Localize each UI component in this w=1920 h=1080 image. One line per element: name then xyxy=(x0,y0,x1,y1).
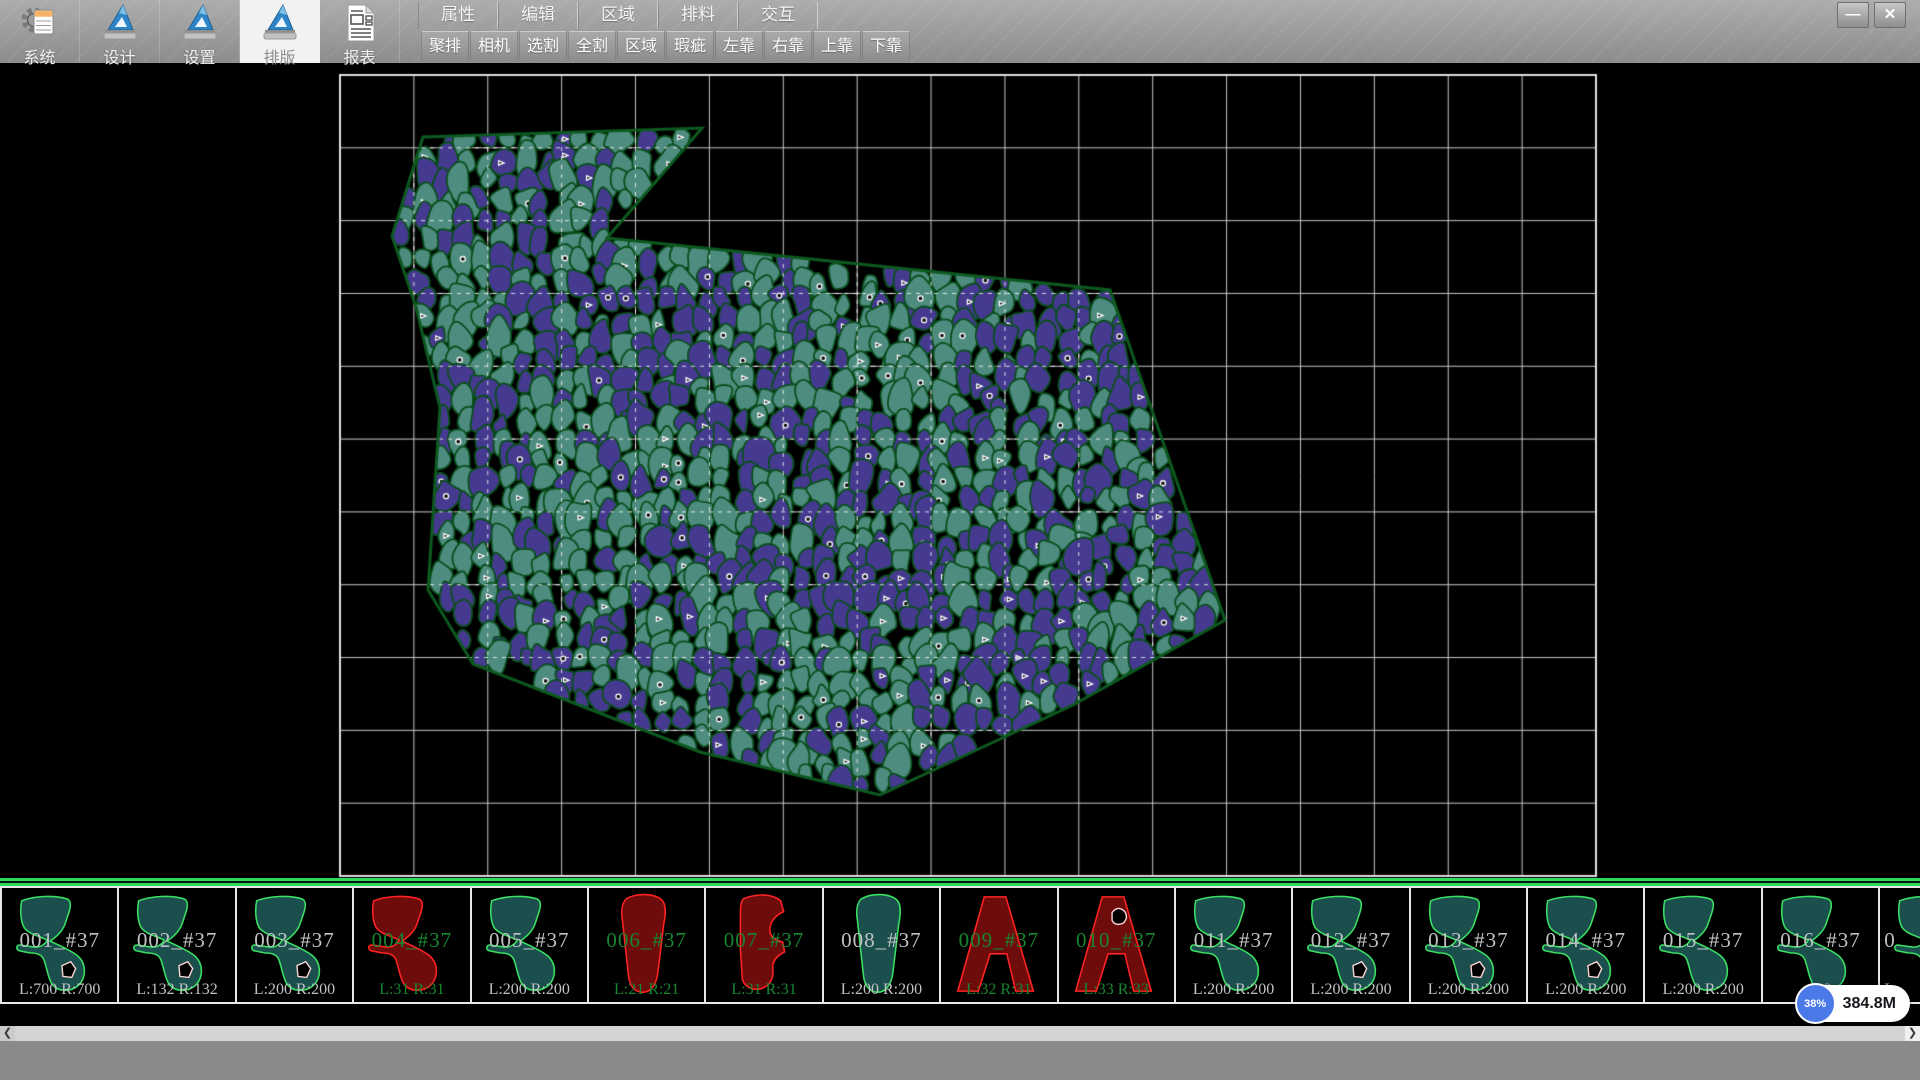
menu-bar: 属性编辑区域排料交互 xyxy=(418,2,818,29)
part-name: 001_#37 xyxy=(2,928,117,953)
part-name: 008_#37 xyxy=(824,928,939,953)
part-name: 014_#37 xyxy=(1528,928,1643,953)
part-name: 006_#37 xyxy=(589,928,704,953)
part-name: 002_#37 xyxy=(119,928,234,953)
report-document-icon xyxy=(340,3,380,43)
part-thumbnail-13[interactable]: 013_#37 L:200 R:200 xyxy=(1409,886,1528,1004)
menu-item-5[interactable]: 交互 xyxy=(738,2,818,29)
main-button-label: 系统 xyxy=(23,44,55,68)
main-mode-buttons: 系统设计设置排版报表 xyxy=(0,0,400,63)
system-gear-icon xyxy=(20,3,60,43)
part-name: 015_#37 xyxy=(1645,928,1760,953)
tool-button-3[interactable]: 选割 xyxy=(519,31,567,61)
part-name: 004_#37 xyxy=(354,928,469,953)
menu-item-2[interactable]: 编辑 xyxy=(498,2,578,29)
close-button[interactable]: ✕ xyxy=(1874,2,1906,28)
part-lr-count: L:200 R:200 xyxy=(237,981,352,999)
main-button-label: 设计 xyxy=(103,44,135,68)
part-lr-count: L:21 R:21 xyxy=(589,981,704,999)
part-thumbnail-10[interactable]: 010_#37 L:33 R:33 xyxy=(1057,886,1176,1004)
part-thumbnail-6[interactable]: 006_#37 L:21 R:21 xyxy=(587,886,706,1004)
part-lr-count: L:200 R:200 xyxy=(472,981,587,999)
part-thumbnail-4[interactable]: 004_#37 L:31 R:31 xyxy=(352,886,471,1004)
strip-separator xyxy=(0,878,1920,886)
window-controls: — ✕ xyxy=(1832,2,1906,28)
part-name: 013_#37 xyxy=(1411,928,1526,953)
part-lr-count: L:200 R:200 xyxy=(1176,981,1291,999)
progress-circle: 38% xyxy=(1795,983,1836,1024)
part-thumbnail-8[interactable]: 008_#37 L:200 R:200 xyxy=(822,886,941,1004)
settings-ruler-icon xyxy=(180,3,220,43)
main-button-label: 排版 xyxy=(263,44,295,68)
main-button-label: 设置 xyxy=(183,44,215,68)
part-name: 005_#37 xyxy=(472,928,587,953)
scroll-right-button[interactable]: ❯ xyxy=(1905,1026,1920,1041)
part-lr-count: L:132 R:132 xyxy=(119,981,234,999)
tool-button-7[interactable]: 左靠 xyxy=(715,31,763,61)
tool-button-1[interactable]: 聚排 xyxy=(421,31,469,61)
tool-button-5[interactable]: 区域 xyxy=(617,31,665,61)
part-lr-count: L:200 R:200 xyxy=(1645,981,1760,999)
menu-item-3[interactable]: 区域 xyxy=(578,2,658,29)
nesting-workspace xyxy=(0,63,1920,878)
parts-strip: 001_#37L:700 R:700002_#37L:132 R:132003_… xyxy=(0,886,1920,1004)
part-thumbnail-9[interactable]: 009_#37 L:32 R:31 xyxy=(939,886,1058,1004)
application-window: 系统设计设置排版报表 属性编辑区域排料交互 聚排相机选割全割区域瑕疵左靠右靠上靠… xyxy=(0,0,1920,1080)
nesting-canvas[interactable] xyxy=(0,63,1920,878)
nesting-ruler-icon xyxy=(260,3,300,43)
main-button-1[interactable]: 系统 xyxy=(0,0,80,63)
part-lr-count: L:32 R:31 xyxy=(941,981,1056,999)
bottom-filler xyxy=(0,1041,1920,1080)
part-lr-count: L:200 R:200 xyxy=(1293,981,1408,999)
part-thumbnail-5[interactable]: 005_#37 L:200 R:200 xyxy=(470,886,589,1004)
design-ruler-icon xyxy=(100,3,140,43)
part-name: 012_#37 xyxy=(1293,928,1408,953)
part-name: 010_#37 xyxy=(1059,928,1174,953)
main-button-label: 报表 xyxy=(343,44,375,68)
part-lr-count: L:700 R:700 xyxy=(2,981,117,999)
part-lr-count: L:200 R:200 xyxy=(1411,981,1526,999)
part-lr-count: L:200 R:200 xyxy=(824,981,939,999)
tool-button-8[interactable]: 右靠 xyxy=(764,31,812,61)
part-thumbnail-11[interactable]: 011_#37 L:200 R:200 xyxy=(1174,886,1293,1004)
part-thumbnail-3[interactable]: 003_#37 L:200 R:200 xyxy=(235,886,354,1004)
minimize-button[interactable]: — xyxy=(1837,2,1869,28)
part-lr-count: L:31 R:31 xyxy=(354,981,469,999)
horizontal-scrollbar[interactable]: ❮ ❯ xyxy=(0,1026,1920,1041)
main-button-3[interactable]: 设置 xyxy=(160,0,240,63)
tool-button-4[interactable]: 全割 xyxy=(568,31,616,61)
tool-button-6[interactable]: 瑕疵 xyxy=(666,31,714,61)
part-thumbnail-15[interactable]: 015_#37 L:200 R:200 xyxy=(1643,886,1762,1004)
memory-usage: 384.8M xyxy=(1843,995,1896,1013)
part-name: 009_#37 xyxy=(941,928,1056,953)
menu-item-1[interactable]: 属性 xyxy=(418,2,498,29)
part-thumbnail-12[interactable]: 012_#37 L:200 R:200 xyxy=(1291,886,1410,1004)
part-name: 011_#37 xyxy=(1176,928,1291,953)
menu-item-4[interactable]: 排料 xyxy=(658,2,738,29)
tool-button-9[interactable]: 上靠 xyxy=(813,31,861,61)
part-thumbnail-14[interactable]: 014_#37 L:200 R:200 xyxy=(1526,886,1645,1004)
scroll-left-button[interactable]: ❮ xyxy=(0,1026,15,1041)
part-name: 003_#37 xyxy=(237,928,352,953)
part-lr-count: L:33 R:33 xyxy=(1059,981,1174,999)
toolbar: 系统设计设置排版报表 属性编辑区域排料交互 聚排相机选割全割区域瑕疵左靠右靠上靠… xyxy=(0,0,1920,63)
part-thumbnail-7[interactable]: 007_#37 L:31 R:31 xyxy=(704,886,823,1004)
part-thumbnail-1[interactable]: 001_#37 L:700 R:700 xyxy=(0,886,119,1004)
main-button-2[interactable]: 设计 xyxy=(80,0,160,63)
part-thumbnail-2[interactable]: 002_#37 L:132 R:132 xyxy=(117,886,236,1004)
part-name: 007_#37 xyxy=(706,928,821,953)
tool-button-10[interactable]: 下靠 xyxy=(862,31,910,61)
part-lr-count: L:200 R:200 xyxy=(1528,981,1643,999)
part-name: 0 xyxy=(1880,928,1920,953)
tool-button-row: 聚排相机选割全割区域瑕疵左靠右靠上靠下靠 xyxy=(421,31,911,61)
main-button-5[interactable]: 报表 xyxy=(320,0,400,63)
part-name: 016_#37 xyxy=(1763,928,1878,953)
tool-button-2[interactable]: 相机 xyxy=(470,31,518,61)
status-badge: 38% 384.8M xyxy=(1797,985,1910,1022)
part-lr-count: L:31 R:31 xyxy=(706,981,821,999)
main-button-4[interactable]: 排版 xyxy=(240,0,320,63)
